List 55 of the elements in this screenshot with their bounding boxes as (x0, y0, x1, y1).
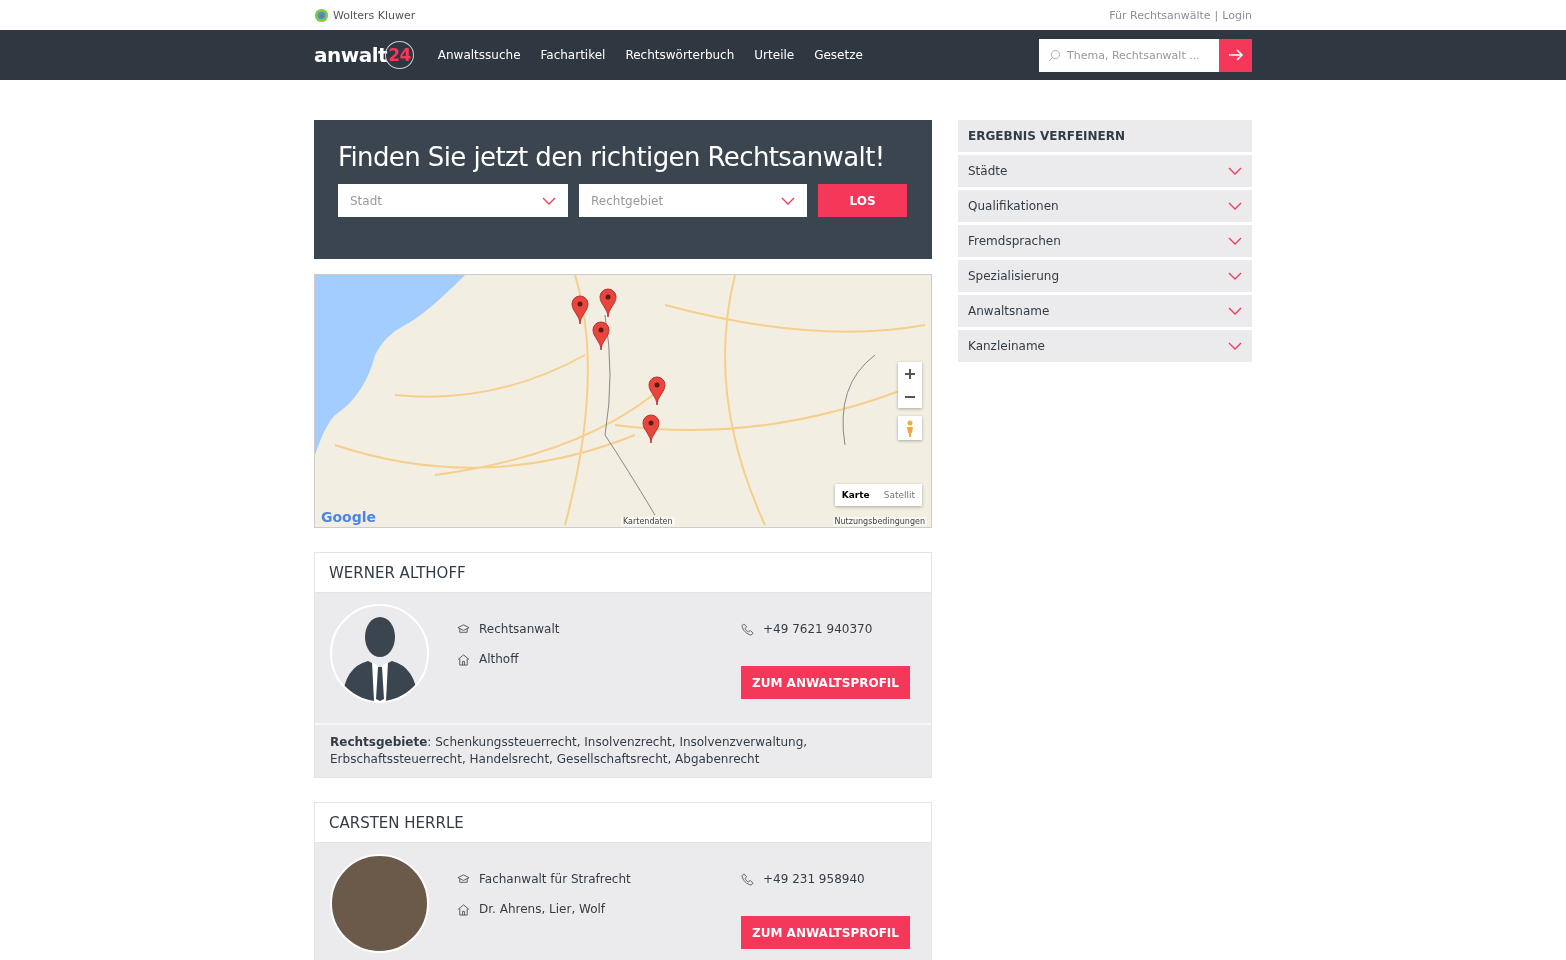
nav-link[interactable]: Gesetze (814, 48, 863, 62)
map-pin-icon[interactable] (598, 287, 617, 318)
map-pin-icon[interactable] (592, 320, 611, 351)
lawyer-name: WERNER ALTHOFF (329, 563, 466, 582)
phone-icon (741, 622, 754, 636)
filter-accordion[interactable]: Qualifikationen (958, 190, 1252, 222)
lawyer-title: Fachanwalt für Strafrecht (479, 872, 631, 886)
link-separator: | (1214, 8, 1219, 22)
profile-button[interactable]: ZUM ANWALTSPROFIL (741, 666, 910, 699)
house-icon (457, 652, 470, 666)
globe-logo-icon (314, 7, 329, 23)
map-type-tab[interactable]: Satellit (876, 484, 922, 506)
phone-icon (741, 872, 754, 886)
phone-number: +49 7621 940370 (763, 622, 873, 636)
filter-accordion[interactable]: Spezialisierung (958, 260, 1252, 292)
map-pin-icon[interactable] (641, 413, 660, 444)
phone-number: +49 231 958940 (763, 872, 865, 886)
zoom-out-button[interactable] (898, 385, 922, 408)
filter-accordion[interactable]: Anwaltsname (958, 295, 1252, 327)
chevron-down-icon (542, 196, 556, 205)
brand-name: Wolters Kluwer (333, 8, 416, 22)
search-submit-button[interactable] (1219, 38, 1252, 72)
lawyer-title: Rechtsanwalt (479, 622, 560, 636)
plus-icon (905, 368, 915, 379)
search-icon (1048, 48, 1061, 62)
graduation-cap-icon (457, 622, 470, 636)
go-button[interactable]: LOS (818, 184, 907, 217)
map-pin-icon[interactable] (648, 376, 667, 407)
map-data-link[interactable]: Kartendaten (621, 517, 675, 526)
legal-areas-text: Rechtsgebiete: Schenkungssteuerrecht, Insolvenzrecht, Insolvenzverwaltung, Erbschaftssteuerrecht, Handelsrecht, Gesellschaftsrecht, Abgabenrecht (315, 723, 931, 777)
map-attribution: Google (321, 509, 377, 525)
sidebar-title: ERGEBNIS VERFEINERN (958, 120, 1252, 152)
nav-link[interactable]: Anwaltssuche (437, 48, 521, 62)
profile-button[interactable]: ZUM ANWALTSPROFIL (741, 916, 910, 949)
filter-accordion[interactable]: Kanzleiname (958, 330, 1252, 362)
filter-accordion[interactable]: Städte (958, 155, 1252, 187)
map-view[interactable]: Karte Satellit Google Kartendaten Nutzungsbedingungen (314, 274, 932, 528)
nav-link[interactable]: Fachartikel (540, 48, 606, 62)
firm-name: Dr. Ahrens, Lier, Wolf (479, 902, 606, 916)
zoom-in-button[interactable] (898, 362, 922, 385)
firm-name: Althoff (479, 652, 519, 666)
house-icon (457, 902, 470, 916)
graduation-cap-icon (457, 872, 470, 886)
site-logo[interactable]: anwalt24 (314, 41, 414, 69)
map-pin-icon[interactable] (570, 295, 589, 326)
search-field[interactable]: Thema, Rechtsanwalt ... (1039, 38, 1219, 72)
nav-link[interactable]: Rechtswörterbuch (625, 48, 735, 62)
terms-link[interactable]: Nutzungsbedingungen (832, 517, 927, 526)
arrow-right-icon (1227, 49, 1244, 61)
filter-accordion[interactable]: Fremdsprachen (958, 225, 1252, 257)
chevron-down-icon (781, 196, 795, 205)
map-type-tab[interactable]: Karte (834, 484, 877, 506)
hero-title: Finden Sie jetzt den richtigen Rechtsanwalt! (338, 142, 886, 172)
lawyer-name: CARSTEN HERRLE (329, 813, 464, 832)
nav-link[interactable]: Urteile (754, 48, 795, 62)
